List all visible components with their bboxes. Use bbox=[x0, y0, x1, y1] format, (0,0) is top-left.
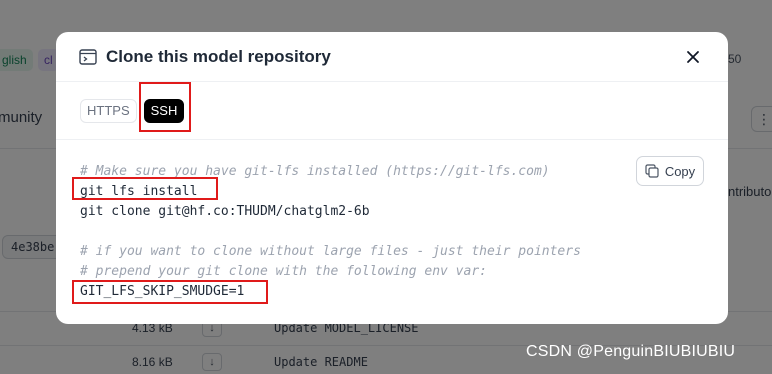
modal-header: Clone this model repository bbox=[56, 32, 728, 82]
copy-icon bbox=[645, 164, 659, 178]
copy-label: Copy bbox=[664, 163, 696, 179]
modal-title: Clone this model repository bbox=[106, 47, 331, 66]
code-comment: # Make sure you have git-lfs installed (… bbox=[80, 164, 550, 179]
code-comment: # if you want to clone without large fil… bbox=[80, 244, 581, 259]
watermark: CSDN @PenguinBIUBIUBIU bbox=[526, 343, 736, 360]
clone-repository-modal: Clone this model repository HTTPS SSH # … bbox=[56, 32, 728, 324]
clone-commands: # Make sure you have git-lfs installed (… bbox=[80, 162, 581, 302]
code-command: GIT_LFS_SKIP_SMUDGE=1 bbox=[80, 284, 245, 299]
close-icon[interactable] bbox=[684, 48, 702, 66]
terminal-window-icon bbox=[79, 49, 97, 65]
code-comment: # prepend your git clone with the follow… bbox=[80, 264, 487, 279]
copy-button[interactable]: Copy bbox=[636, 156, 704, 186]
tab-https[interactable]: HTTPS bbox=[80, 99, 137, 123]
code-command: git clone git@hf.co:THUDM/chatglm2-6b bbox=[80, 204, 370, 219]
protocol-tabs: HTTPS SSH bbox=[80, 99, 185, 123]
tab-ssh[interactable]: SSH bbox=[143, 99, 185, 123]
code-command: git lfs install bbox=[80, 184, 198, 199]
code-snippet-panel: # Make sure you have git-lfs installed (… bbox=[56, 139, 728, 324]
